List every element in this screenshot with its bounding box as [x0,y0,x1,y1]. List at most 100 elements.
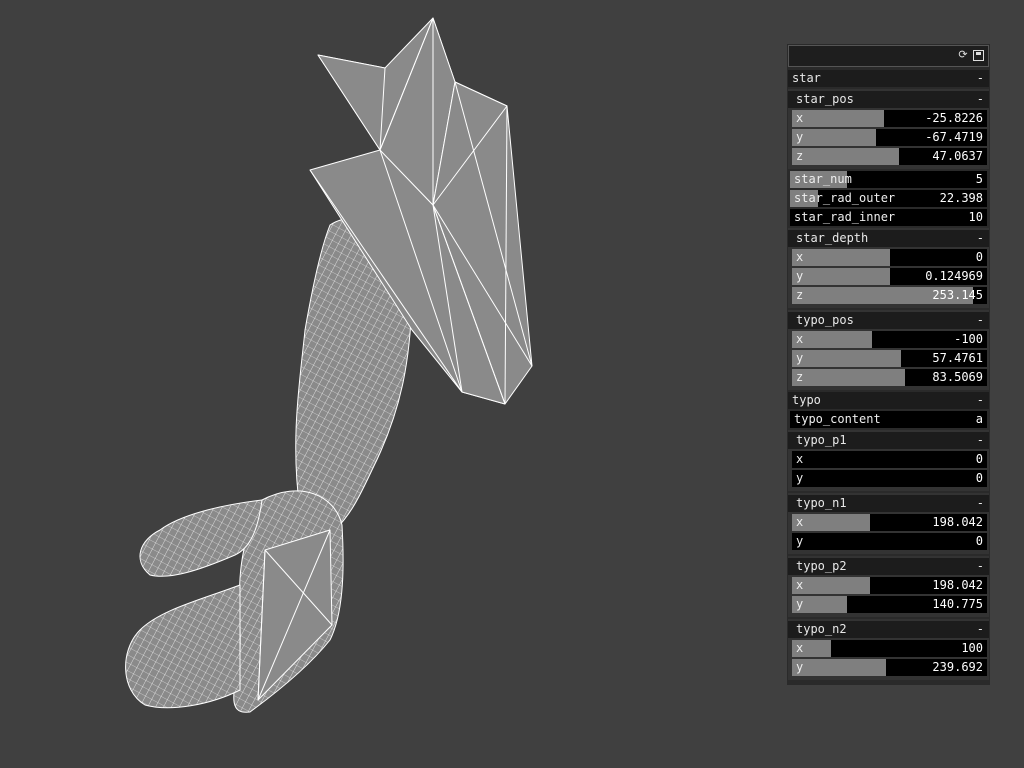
slider-label: z [796,288,804,302]
slider-value: 5 [975,172,983,186]
slider-fill [792,577,870,594]
slider-star-depth-z[interactable]: z 253.145 [792,287,987,304]
group-header-star[interactable]: star - [788,70,989,87]
subgroup-header-typo-p2[interactable]: typo_p2 - [788,558,989,575]
subgroup-label: typo_p2 [796,559,847,573]
slider-typo-n2-y[interactable]: y 239.692 [792,659,987,676]
slider-star-pos-z[interactable]: z 47.0637 [792,148,987,165]
slider-star-pos-x[interactable]: x -25.8226 [792,110,987,127]
slider-fill [792,110,884,127]
subgroup-star-depth: star_depth - x 0 y 0.124969 z 253.145 [788,228,989,308]
subgroup-typo-n1: typo_n1 - x 198.042 y 0 [788,493,989,554]
collapse-toggle[interactable]: - [977,621,984,638]
slider-value: 0 [975,471,983,485]
slider-typo-p1-x[interactable]: x 0 [792,451,987,468]
slider-label: x [796,111,804,125]
slider-typo-pos-x[interactable]: x -100 [792,331,987,348]
slider-value: 83.5069 [932,370,983,384]
collapse-toggle[interactable]: - [977,392,984,409]
panel-titlebar[interactable]: ⟳ [788,45,989,67]
subgroup-star-pos: star_pos - x -25.8226 y -67.4719 z 47.06… [788,89,989,169]
collapse-toggle[interactable]: - [977,70,984,87]
slider-label: z [796,149,804,163]
slider-fill [792,331,872,348]
slider-fill [792,268,890,285]
subgroup-header-typo-n2[interactable]: typo_n2 - [788,621,989,638]
slider-typo-n1-y[interactable]: y 0 [792,533,987,550]
slider-value: 22.398 [939,191,983,205]
collapse-toggle[interactable]: - [977,558,984,575]
slider-value: 0 [975,250,983,264]
slider-label: y [796,130,804,144]
slider-value: 0 [975,452,983,466]
slider-star-depth-x[interactable]: x 0 [792,249,987,266]
slider-value: 239.692 [932,660,983,674]
subgroup-header-star-depth[interactable]: star_depth - [788,230,989,247]
slider-typo-p1-y[interactable]: y 0 [792,470,987,487]
save-icon [972,50,984,61]
slider-typo-pos-z[interactable]: z 83.5069 [792,369,987,386]
subgroup-typo-n2: typo_n2 - x 100 y 239.692 [788,619,989,680]
text-field-typo-content[interactable]: typo_content a [790,411,987,428]
slider-label: z [796,370,804,384]
slider-star-pos-y[interactable]: y -67.4719 [792,129,987,146]
collapse-toggle[interactable]: - [977,432,984,449]
group-header-typo[interactable]: typo - [788,392,989,409]
save-icon-button[interactable] [972,49,984,61]
subgroup-typo-p1: typo_p1 - x 0 y 0 [788,430,989,491]
subgroup-typo-pos: typo_pos - x -100 y 57.4761 z 83.5069 [788,310,989,390]
slider-typo-p2-y[interactable]: y 140.775 [792,596,987,613]
slider-label: y [796,269,804,283]
subgroup-header-typo-pos[interactable]: typo_pos - [788,312,989,329]
slider-fill [792,148,900,165]
slider-value: 198.042 [932,515,983,529]
collapse-toggle[interactable]: - [977,230,984,247]
slider-label: star_rad_outer [794,191,896,205]
subgroup-header-typo-p1[interactable]: typo_p1 - [788,432,989,449]
slider-value: 100 [961,641,983,655]
typo-mesh [125,217,413,713]
subgroup-label: star_pos [796,92,854,106]
slider-label: y [796,471,804,485]
subgroup-label: star_depth [796,231,869,245]
slider-typo-pos-y[interactable]: y 57.4761 [792,350,987,367]
slider-star-depth-y[interactable]: y 0.124969 [792,268,987,285]
collapse-toggle[interactable]: - [977,495,984,512]
slider-value: 0.124969 [925,269,983,283]
3d-viewport[interactable] [0,0,780,768]
collapse-toggle[interactable]: - [977,91,984,108]
slider-typo-n2-x[interactable]: x 100 [792,640,987,657]
slider-label: star_num [794,172,852,186]
star-scalar-rows: star_num 5 star_rad_outer 22.398 star_ra… [788,171,989,226]
slider-value: 253.145 [932,288,983,302]
slider-label: x [796,332,804,346]
subgroup-header-star-pos[interactable]: star_pos - [788,91,989,108]
subgroup-header-typo-n1[interactable]: typo_n1 - [788,495,989,512]
slider-value: 140.775 [932,597,983,611]
slider-label: x [796,515,804,529]
slider-star-rad-outer[interactable]: star_rad_outer 22.398 [790,190,987,207]
slider-value: -25.8226 [925,111,983,125]
text-field-value[interactable]: a [976,411,983,428]
slider-label: star_rad_inner [794,210,896,224]
slider-value: -100 [954,332,983,346]
slider-label: x [796,641,804,655]
slider-fill [792,350,902,367]
slider-star-num[interactable]: star_num 5 [790,171,987,188]
slider-fill [792,659,886,676]
slider-fill [792,514,870,531]
parameter-panel: ⟳ star - star_pos - x -25.8226 y -67.471… [787,44,990,685]
slider-value: 57.4761 [932,351,983,365]
slider-typo-n1-x[interactable]: x 198.042 [792,514,987,531]
collapse-toggle[interactable]: - [977,312,984,329]
subgroup-label: typo_p1 [796,433,847,447]
slider-typo-p2-x[interactable]: x 198.042 [792,577,987,594]
subgroup-typo-p2: typo_p2 - x 198.042 y 140.775 [788,556,989,617]
slider-value: 198.042 [932,578,983,592]
slider-value: 47.0637 [932,149,983,163]
refresh-icon[interactable]: ⟳ [957,49,969,61]
group-label: star [792,71,821,85]
slider-value: 0 [975,534,983,548]
slider-star-rad-inner[interactable]: star_rad_inner 10 [790,209,987,226]
typo-lower-arm [125,584,241,709]
